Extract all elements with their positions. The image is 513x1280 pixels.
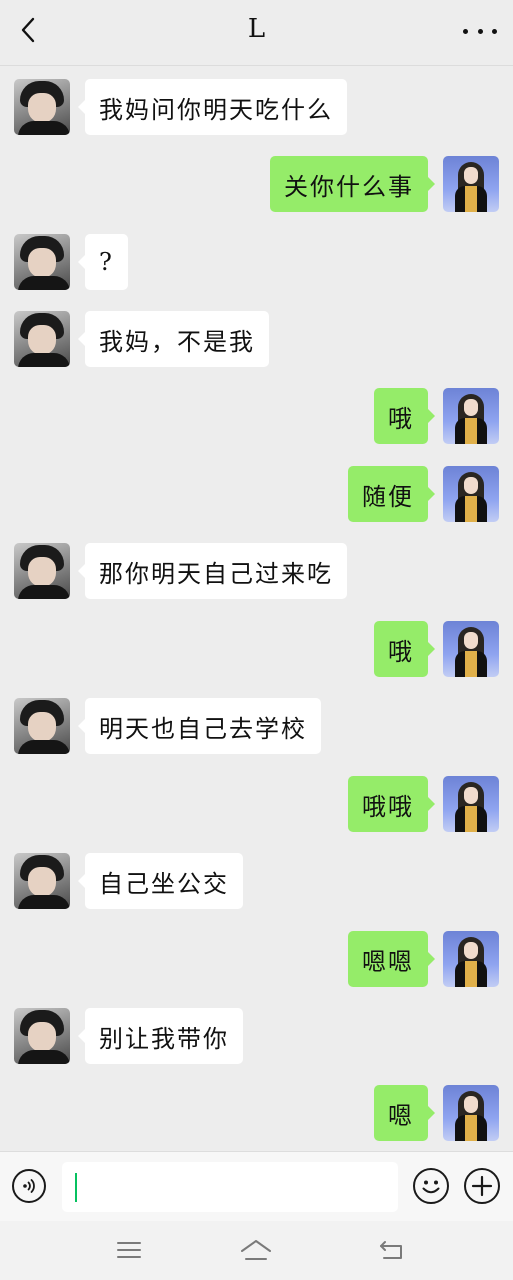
back-arrow-icon[interactable] — [374, 1235, 408, 1265]
message-bubble[interactable]: 随便 — [348, 466, 435, 522]
message-row: 哦 — [0, 388, 513, 444]
text-caret — [75, 1173, 77, 1202]
message-bubble[interactable]: ? — [78, 234, 128, 290]
message-bubble[interactable]: 我妈问你明天吃什么 — [78, 79, 347, 135]
my-avatar[interactable] — [443, 388, 499, 444]
contact-avatar[interactable] — [14, 234, 70, 290]
system-nav-bar — [0, 1221, 513, 1280]
message-bubble[interactable]: 明天也自己去学校 — [78, 698, 321, 754]
message-row: ? — [0, 234, 513, 290]
message-bubble[interactable]: 我妈，不是我 — [78, 311, 269, 367]
message-bubble[interactable]: 自己坐公交 — [78, 853, 243, 909]
message-bubble[interactable]: 哦 — [374, 621, 435, 677]
contact-avatar[interactable] — [14, 1008, 70, 1064]
message-bubble[interactable]: 哦哦 — [348, 776, 435, 832]
contact-avatar[interactable] — [14, 853, 70, 909]
more-dots-icon[interactable] — [463, 20, 497, 42]
my-avatar[interactable] — [443, 931, 499, 987]
chevron-left-icon[interactable] — [15, 16, 41, 44]
contact-avatar[interactable] — [14, 698, 70, 754]
message-list[interactable]: 我妈问你明天吃什么 关你什么事 ? 我妈，不是我 哦 随便 那你明天自己过来吃 … — [0, 66, 513, 1151]
home-icon[interactable] — [239, 1235, 273, 1265]
chat-title: L — [247, 14, 266, 44]
message-row: 关你什么事 — [0, 156, 513, 212]
message-bubble[interactable]: 那你明天自己过来吃 — [78, 543, 347, 599]
message-row: 我妈，不是我 — [0, 311, 513, 367]
message-row: 随便 — [0, 466, 513, 522]
emoji-icon[interactable] — [413, 1168, 449, 1204]
message-row: 嗯 — [0, 1085, 513, 1141]
message-input[interactable] — [62, 1162, 398, 1212]
my-avatar[interactable] — [443, 466, 499, 522]
message-bubble[interactable]: 嗯嗯 — [348, 931, 435, 987]
message-row: 自己坐公交 — [0, 853, 513, 909]
menu-icon[interactable] — [112, 1235, 146, 1265]
chat-header: L — [0, 0, 513, 66]
message-bubble[interactable]: 哦 — [374, 388, 435, 444]
message-row: 那你明天自己过来吃 — [0, 543, 513, 599]
message-row: 我妈问你明天吃什么 — [0, 79, 513, 135]
contact-avatar[interactable] — [14, 311, 70, 367]
contact-avatar[interactable] — [14, 543, 70, 599]
plus-icon[interactable] — [464, 1168, 500, 1204]
message-row: 哦哦 — [0, 776, 513, 832]
message-row: 明天也自己去学校 — [0, 698, 513, 754]
message-bubble[interactable]: 关你什么事 — [270, 156, 435, 212]
voice-icon[interactable] — [12, 1169, 46, 1203]
my-avatar[interactable] — [443, 1085, 499, 1141]
message-row: 嗯嗯 — [0, 931, 513, 987]
my-avatar[interactable] — [443, 621, 499, 677]
input-bar — [0, 1151, 513, 1221]
message-row: 哦 — [0, 621, 513, 677]
contact-avatar[interactable] — [14, 79, 70, 135]
message-bubble[interactable]: 嗯 — [374, 1085, 435, 1141]
my-avatar[interactable] — [443, 156, 499, 212]
my-avatar[interactable] — [443, 776, 499, 832]
message-row: 别让我带你 — [0, 1008, 513, 1064]
message-bubble[interactable]: 别让我带你 — [78, 1008, 243, 1064]
